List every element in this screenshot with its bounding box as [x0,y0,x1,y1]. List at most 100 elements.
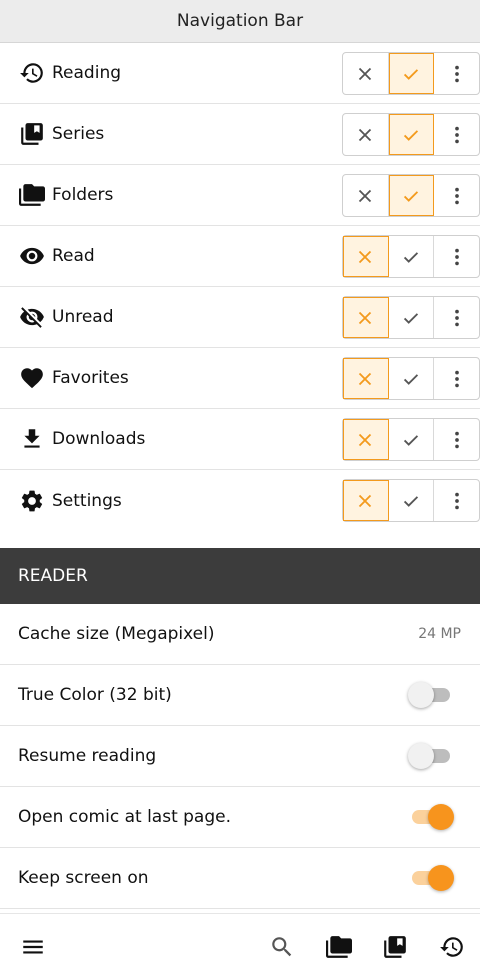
more-options-button[interactable] [434,236,479,277]
setting-label: Open comic at last page. [18,807,232,827]
eye-icon [18,242,46,270]
hide-option[interactable] [343,114,389,155]
more-options-button[interactable] [434,114,479,155]
visibility-selector [342,235,480,278]
cache-size-setting[interactable]: Cache size (Megapixel) 24 MP [0,604,480,665]
more-options-button[interactable] [434,53,479,94]
visibility-selector [342,296,480,339]
more-options-button[interactable] [434,358,479,399]
history-icon[interactable] [438,933,466,961]
close-icon [359,311,372,324]
toggle-knob [408,743,434,769]
show-option[interactable] [389,480,435,521]
download-icon [18,425,46,453]
section-title: READER [18,566,88,586]
setting-label: Cache size (Megapixel) [18,624,215,644]
nav-item-label: Unread [52,307,114,327]
nav-item-label: Series [52,124,105,144]
setting-label: Keep screen on [18,868,149,888]
search-icon[interactable] [268,933,296,961]
nav-item-favorites: Favorites [0,348,480,409]
check-icon [403,129,419,141]
close-icon [359,67,372,80]
keep-screen-on-setting: Keep screen on [0,848,480,909]
nav-item-settings: Settings [0,470,480,531]
gear-icon [18,487,46,515]
toggle-knob [408,682,434,708]
more-vert-icon [454,126,459,143]
toggle-knob [428,804,454,830]
library-book-icon[interactable] [381,933,409,961]
true-color-toggle[interactable] [408,682,450,708]
more-options-button[interactable] [434,419,479,460]
visibility-selector [342,357,480,400]
nav-item-label: Folders [52,185,114,205]
nav-item-label: Downloads [52,429,146,449]
bottom-navigation-bar [0,913,480,979]
hide-option[interactable] [343,236,389,277]
close-icon [359,250,372,263]
more-options-button[interactable] [434,480,479,521]
close-icon [359,372,372,385]
check-icon [403,312,419,324]
open-last-page-toggle[interactable] [412,804,454,830]
show-option[interactable] [389,297,435,338]
nav-item-label: Settings [52,490,122,511]
show-option[interactable] [389,419,435,460]
heart-icon [18,364,46,392]
open-last-page-setting: Open comic at last page. [0,787,480,848]
eye-off-icon [18,303,46,331]
menu-icon[interactable] [19,933,47,961]
visibility-selector [342,52,480,95]
nav-item-label: Reading [52,63,122,83]
resume-reading-setting: Resume reading [0,726,480,787]
close-icon [359,189,372,202]
hide-option[interactable] [343,297,389,338]
nav-item-read: Read [0,226,480,287]
more-options-button[interactable] [434,297,479,338]
more-vert-icon [454,370,459,387]
check-icon [403,68,419,80]
visibility-selector [342,479,480,522]
more-vert-icon [454,65,459,82]
true-color-setting: True Color (32 bit) [0,665,480,726]
more-vert-icon [454,187,459,204]
more-vert-icon [454,431,459,448]
toggle-knob [428,865,454,891]
resume-reading-toggle[interactable] [408,743,450,769]
visibility-selector [342,418,480,461]
more-vert-icon [454,248,459,265]
page-title: Navigation Bar [176,11,304,31]
folder-icon[interactable] [325,933,353,961]
show-option[interactable] [389,358,435,399]
hide-option[interactable] [343,358,389,399]
settings-page: Navigation Bar Reading Series Folders Re… [0,0,480,979]
check-icon [403,251,419,263]
folder-icon [18,181,46,209]
nav-item-unread: Unread [0,287,480,348]
close-icon [359,128,372,141]
show-option[interactable] [388,175,435,216]
close-icon [359,433,372,446]
show-option[interactable] [389,236,435,277]
topbar: Navigation Bar [0,0,480,43]
hide-option[interactable] [343,175,389,216]
nav-item-reading: Reading [0,43,480,104]
history-icon [18,59,46,87]
hide-option[interactable] [343,53,389,94]
more-vert-icon [454,309,459,326]
show-option[interactable] [388,53,435,94]
check-icon [403,495,419,507]
show-option[interactable] [388,114,435,155]
hide-option[interactable] [343,419,389,460]
nav-item-series: Series [0,104,480,165]
keep-screen-on-toggle[interactable] [412,865,454,891]
check-icon [403,190,419,202]
close-icon [359,494,372,507]
setting-value: 24 MP [418,626,461,642]
more-vert-icon [454,492,459,509]
nav-item-label: Favorites [52,368,129,388]
more-options-button[interactable] [434,175,479,216]
visibility-selector [342,174,480,217]
hide-option[interactable] [343,480,389,521]
